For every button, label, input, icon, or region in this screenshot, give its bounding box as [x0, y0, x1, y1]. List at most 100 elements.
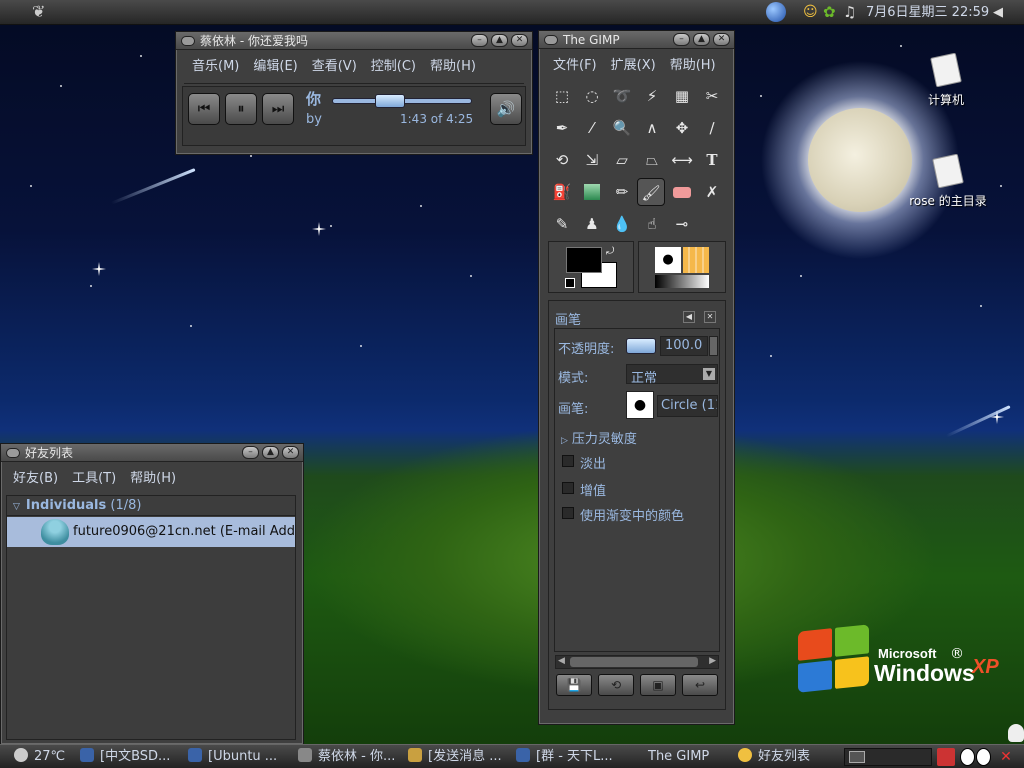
gradient-colors-checkbox[interactable]: [562, 507, 574, 519]
scroll-right-icon[interactable]: ▶: [709, 656, 716, 666]
music-player-titlebar[interactable]: 蔡依林 - 你还爱我吗 – ▲ ✕: [176, 32, 532, 50]
menu-music[interactable]: 音乐(M): [192, 55, 239, 74]
reset-options-button[interactable]: ↩: [682, 674, 718, 696]
dock-menu-icon[interactable]: ◀: [683, 311, 695, 323]
pencil-icon[interactable]: ✏: [608, 178, 636, 206]
color-picker-icon[interactable]: ⁄: [578, 114, 606, 142]
window-menu-icon[interactable]: [6, 448, 20, 458]
incremental-checkbox[interactable]: [562, 482, 574, 494]
minimize-button[interactable]: –: [673, 33, 690, 46]
gimp-titlebar[interactable]: The GIMP – ▲ ✕: [539, 31, 734, 49]
panel-clock[interactable]: 7月6日星期三 22:59: [866, 4, 991, 21]
eraser-icon[interactable]: [668, 178, 696, 206]
music-note-icon[interactable]: ♫: [843, 4, 859, 21]
task-button-gimp[interactable]: The GIMP: [628, 747, 728, 767]
gradient-preview[interactable]: [655, 275, 709, 288]
restore-options-button[interactable]: ⟲: [598, 674, 634, 696]
menu-help[interactable]: 帮助(H): [130, 467, 176, 486]
desktop-icon-computer[interactable]: 计算机: [918, 52, 974, 108]
menu-edit[interactable]: 编辑(E): [253, 55, 297, 74]
rect-select-icon[interactable]: ⬚: [548, 82, 576, 110]
delete-options-button[interactable]: ▣: [640, 674, 676, 696]
zoom-icon[interactable]: 🔍: [608, 114, 636, 142]
menu-view[interactable]: 查看(V): [312, 55, 357, 74]
volume-icon[interactable]: ◀: [993, 4, 1007, 21]
window-menu-icon[interactable]: [181, 36, 195, 46]
airbrush-icon[interactable]: ✗: [698, 178, 726, 206]
show-desktop-icon[interactable]: [937, 748, 955, 766]
gnome-foot-icon[interactable]: ❦: [32, 2, 52, 22]
move-icon[interactable]: ✥: [668, 114, 696, 142]
minimize-button[interactable]: –: [242, 446, 259, 459]
menu-control[interactable]: 控制(C): [371, 55, 416, 74]
maximize-button[interactable]: ▲: [491, 34, 508, 47]
task-button-ubuntu[interactable]: [Ubuntu ...: [188, 747, 288, 767]
rotate-icon[interactable]: ⟲: [548, 146, 576, 174]
blur-icon[interactable]: 💧: [608, 210, 636, 238]
task-button-buddy-list[interactable]: 好友列表: [738, 747, 834, 767]
weather-applet[interactable]: 27℃: [14, 747, 74, 767]
brush-preview[interactable]: ●: [655, 247, 681, 273]
volume-button[interactable]: 🔊: [490, 93, 522, 125]
trash-icon[interactable]: ✕: [996, 748, 1016, 766]
clone-icon[interactable]: ♟: [578, 210, 606, 238]
pressure-expander[interactable]: ▷ 压力灵敏度: [561, 428, 637, 447]
eyes-applet-icon[interactable]: [960, 748, 992, 766]
menu-extensions[interactable]: 扩展(X): [611, 54, 656, 73]
save-options-button[interactable]: 💾: [556, 674, 592, 696]
paintbrush-icon[interactable]: 🖌: [637, 178, 665, 206]
gear-icon[interactable]: ✿: [823, 4, 839, 21]
opacity-value-field[interactable]: 100.0: [660, 336, 708, 356]
previous-track-button[interactable]: ⏮: [188, 93, 220, 125]
user-icon[interactable]: ☺: [803, 4, 818, 21]
next-track-button[interactable]: ⏭: [262, 93, 294, 125]
paths-icon[interactable]: ✒: [548, 114, 576, 142]
scale-icon[interactable]: ⇲: [578, 146, 606, 174]
close-button[interactable]: ✕: [713, 33, 730, 46]
default-colors-icon[interactable]: [565, 278, 575, 288]
horizontal-scrollbar[interactable]: ◀ ▶: [555, 655, 719, 669]
fade-checkbox[interactable]: [562, 455, 574, 467]
shear-icon[interactable]: ▱: [608, 146, 636, 174]
opacity-slider[interactable]: [626, 338, 656, 354]
close-button[interactable]: ✕: [282, 446, 299, 459]
ink-icon[interactable]: ✎: [548, 210, 576, 238]
workspace-active[interactable]: [849, 751, 865, 763]
flip-icon[interactable]: ⟷: [668, 146, 696, 174]
desktop-icon-home[interactable]: rose 的主目录: [900, 153, 996, 209]
dock-close-icon[interactable]: ✕: [704, 311, 716, 323]
scroll-left-icon[interactable]: ◀: [558, 656, 565, 666]
lasso-icon[interactable]: ➰: [608, 82, 636, 110]
task-button-bsd[interactable]: [中文BSD...: [80, 747, 180, 767]
scrollbar-thumb[interactable]: [570, 657, 698, 667]
menu-tools[interactable]: 工具(T): [72, 467, 116, 486]
menu-help[interactable]: 帮助(H): [430, 55, 476, 74]
menu-file[interactable]: 文件(F): [553, 54, 597, 73]
opacity-spin-buttons[interactable]: [709, 336, 718, 356]
bucket-fill-icon[interactable]: ⛽: [548, 178, 576, 206]
dodge-burn-icon[interactable]: ⊸: [668, 210, 696, 238]
workspace-switcher[interactable]: [844, 748, 932, 766]
task-button-music-player[interactable]: 蔡依林 - 你...: [298, 747, 400, 767]
menu-buddies[interactable]: 好友(B): [13, 467, 58, 486]
mode-select[interactable]: 正常 ▼: [626, 364, 718, 386]
scissors-icon[interactable]: ✂: [698, 82, 726, 110]
text-icon[interactable]: T: [698, 146, 726, 174]
contact-row[interactable]: future0906@21cn.net (E-mail Addr: [7, 517, 295, 547]
tux-icon[interactable]: [1008, 724, 1024, 742]
close-button[interactable]: ✕: [511, 34, 528, 47]
menu-help[interactable]: 帮助(H): [670, 54, 716, 73]
pause-button[interactable]: ⏸: [225, 93, 257, 125]
minimize-button[interactable]: –: [471, 34, 488, 47]
seek-slider-thumb[interactable]: [374, 94, 405, 108]
maximize-button[interactable]: ▲: [693, 33, 710, 46]
window-menu-icon[interactable]: [544, 35, 558, 45]
foreground-color-swatch[interactable]: [566, 247, 602, 273]
group-row[interactable]: ▽ Individuals (1/8): [7, 496, 295, 516]
task-button-group-chat[interactable]: [群 - 天下L...: [516, 747, 626, 767]
ellipse-select-icon[interactable]: ◌: [578, 82, 606, 110]
magic-wand-icon[interactable]: ⚡: [638, 82, 666, 110]
brush-selector-button[interactable]: ●: [626, 391, 654, 419]
maximize-button[interactable]: ▲: [262, 446, 279, 459]
knife-icon[interactable]: ∕: [698, 114, 726, 142]
